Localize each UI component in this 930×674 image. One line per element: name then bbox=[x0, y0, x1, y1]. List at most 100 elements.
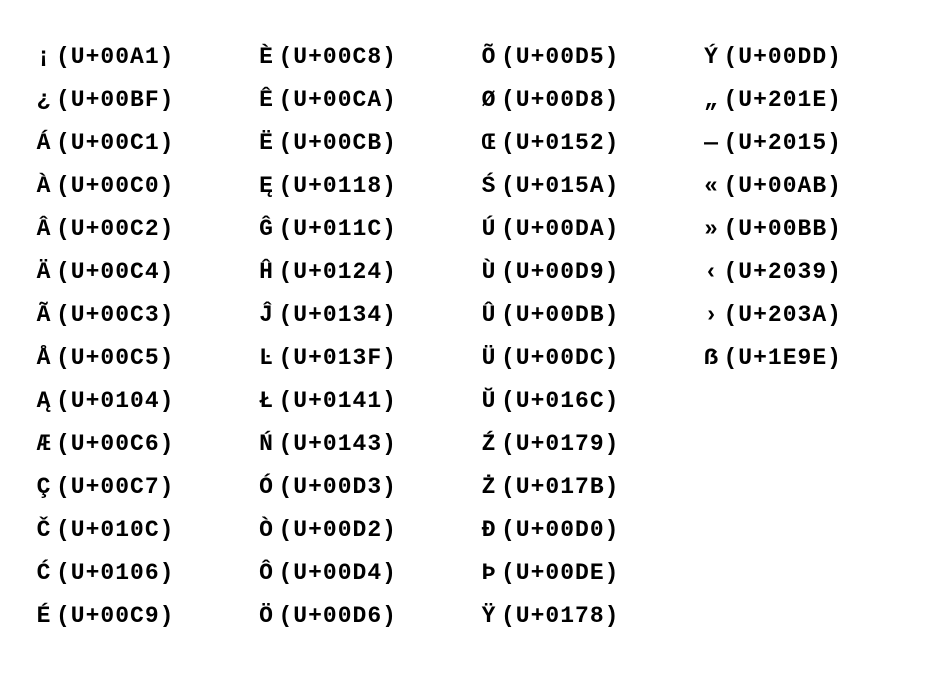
glyph-char: À bbox=[32, 165, 56, 208]
glyph-entry: È(U+00C8) bbox=[255, 36, 454, 79]
glyph-codepoint: (U+00D2) bbox=[279, 517, 397, 543]
glyph-entry: Û(U+00DB) bbox=[477, 294, 676, 337]
glyph-column-3: Õ(U+00D5)Ø(U+00D8)Œ(U+0152)Ś(U+015A)Ú(U+… bbox=[477, 36, 676, 638]
glyph-column-4: Ý(U+00DD)„(U+201E)―(U+2015)«(U+00AB)»(U+… bbox=[700, 36, 899, 638]
glyph-codepoint: (U+00A1) bbox=[56, 44, 174, 70]
glyph-entry: Œ(U+0152) bbox=[477, 122, 676, 165]
glyph-codepoint: (U+00DC) bbox=[501, 345, 619, 371]
glyph-char: É bbox=[32, 595, 56, 638]
glyph-char: Ŭ bbox=[477, 380, 501, 423]
glyph-char: Ó bbox=[255, 466, 279, 509]
glyph-entry: Ê(U+00CA) bbox=[255, 79, 454, 122]
glyph-entry: Ú(U+00DA) bbox=[477, 208, 676, 251]
glyph-codepoint: (U+00D9) bbox=[501, 259, 619, 285]
glyph-codepoint: (U+2039) bbox=[724, 259, 842, 285]
glyph-char: Č bbox=[32, 509, 56, 552]
glyph-entry: Ã(U+00C3) bbox=[32, 294, 231, 337]
glyph-entry: Ą(U+0104) bbox=[32, 380, 231, 423]
glyph-codepoint: (U+00C3) bbox=[56, 302, 174, 328]
glyph-entry: Á(U+00C1) bbox=[32, 122, 231, 165]
glyph-codepoint: (U+00C1) bbox=[56, 130, 174, 156]
glyph-char: ― bbox=[700, 122, 724, 165]
glyph-char: Ã bbox=[32, 294, 56, 337]
glyph-codepoint: (U+0124) bbox=[279, 259, 397, 285]
glyph-codepoint: (U+00D4) bbox=[279, 560, 397, 586]
glyph-entry: Þ(U+00DE) bbox=[477, 552, 676, 595]
glyph-codepoint: (U+1E9E) bbox=[724, 345, 842, 371]
glyph-char: ¡ bbox=[32, 36, 56, 79]
glyph-char: Ń bbox=[255, 423, 279, 466]
glyph-char: Ú bbox=[477, 208, 501, 251]
glyph-char: È bbox=[255, 36, 279, 79]
glyph-codepoint: (U+00D5) bbox=[501, 44, 619, 70]
glyph-entry: Ä(U+00C4) bbox=[32, 251, 231, 294]
glyph-codepoint: (U+013F) bbox=[279, 345, 397, 371]
glyph-codepoint: (U+00C8) bbox=[279, 44, 397, 70]
glyph-entry: É(U+00C9) bbox=[32, 595, 231, 638]
glyph-char: Ź bbox=[477, 423, 501, 466]
glyph-codepoint: (U+00D8) bbox=[501, 87, 619, 113]
glyph-entry: Ù(U+00D9) bbox=[477, 251, 676, 294]
glyph-codepoint: (U+0104) bbox=[56, 388, 174, 414]
glyph-codepoint: (U+00BB) bbox=[724, 216, 842, 242]
glyph-entry: Ĥ(U+0124) bbox=[255, 251, 454, 294]
glyph-column-2: È(U+00C8)Ê(U+00CA)Ë(U+00CB)Ę(U+0118)Ĝ(U+… bbox=[255, 36, 454, 638]
glyph-entry: Ô(U+00D4) bbox=[255, 552, 454, 595]
glyph-entry: Ń(U+0143) bbox=[255, 423, 454, 466]
glyph-codepoint: (U+0118) bbox=[279, 173, 397, 199]
glyph-entry: Ç(U+00C7) bbox=[32, 466, 231, 509]
glyph-codepoint: (U+016C) bbox=[501, 388, 619, 414]
glyph-char: › bbox=[700, 294, 724, 337]
glyph-codepoint: (U+00DE) bbox=[501, 560, 619, 586]
glyph-codepoint: (U+00C6) bbox=[56, 431, 174, 457]
glyph-entry: Â(U+00C2) bbox=[32, 208, 231, 251]
glyph-entry: Ĝ(U+011C) bbox=[255, 208, 454, 251]
glyph-char: Ę bbox=[255, 165, 279, 208]
glyph-entry: „(U+201E) bbox=[700, 79, 899, 122]
glyph-char: Ÿ bbox=[477, 595, 501, 638]
glyph-codepoint: (U+203A) bbox=[724, 302, 842, 328]
glyph-char: Û bbox=[477, 294, 501, 337]
glyph-entry: Ĵ(U+0134) bbox=[255, 294, 454, 337]
glyph-entry: ¿(U+00BF) bbox=[32, 79, 231, 122]
glyph-entry: Ŭ(U+016C) bbox=[477, 380, 676, 423]
glyph-char: Ą bbox=[32, 380, 56, 423]
glyph-entry: ¡(U+00A1) bbox=[32, 36, 231, 79]
glyph-entry: ‹(U+2039) bbox=[700, 251, 899, 294]
glyph-char: Á bbox=[32, 122, 56, 165]
glyph-char: Ø bbox=[477, 79, 501, 122]
glyph-codepoint: (U+00C0) bbox=[56, 173, 174, 199]
glyph-char: Æ bbox=[32, 423, 56, 466]
glyph-char: Ô bbox=[255, 552, 279, 595]
glyph-codepoint: (U+0152) bbox=[501, 130, 619, 156]
glyph-char: Ĝ bbox=[255, 208, 279, 251]
glyph-entry: Ź(U+0179) bbox=[477, 423, 676, 466]
glyph-char: Õ bbox=[477, 36, 501, 79]
glyph-entry: Æ(U+00C6) bbox=[32, 423, 231, 466]
glyph-codepoint: (U+2015) bbox=[724, 130, 842, 156]
glyph-char: Ù bbox=[477, 251, 501, 294]
glyph-codepoint: (U+00D3) bbox=[279, 474, 397, 500]
glyph-char: Ë bbox=[255, 122, 279, 165]
glyph-char: Â bbox=[32, 208, 56, 251]
glyph-codepoint: (U+011C) bbox=[279, 216, 397, 242]
glyph-codepoint: (U+0143) bbox=[279, 431, 397, 457]
glyph-column-1: ¡(U+00A1)¿(U+00BF)Á(U+00C1)À(U+00C0)Â(U+… bbox=[32, 36, 231, 638]
glyph-char: Ł bbox=[255, 380, 279, 423]
glyph-entry: Ó(U+00D3) bbox=[255, 466, 454, 509]
glyph-char: Å bbox=[32, 337, 56, 380]
glyph-entry: Ś(U+015A) bbox=[477, 165, 676, 208]
glyph-entry: Õ(U+00D5) bbox=[477, 36, 676, 79]
glyph-columns: ¡(U+00A1)¿(U+00BF)Á(U+00C1)À(U+00C0)Â(U+… bbox=[32, 36, 898, 638]
glyph-char: Þ bbox=[477, 552, 501, 595]
glyph-char: Ò bbox=[255, 509, 279, 552]
glyph-codepoint: (U+010C) bbox=[56, 517, 174, 543]
glyph-entry: »(U+00BB) bbox=[700, 208, 899, 251]
glyph-char: Ç bbox=[32, 466, 56, 509]
glyph-entry: Ð(U+00D0) bbox=[477, 509, 676, 552]
glyph-entry: Ł(U+0141) bbox=[255, 380, 454, 423]
glyph-char: Ĥ bbox=[255, 251, 279, 294]
glyph-entry: ›(U+203A) bbox=[700, 294, 899, 337]
glyph-char: Ü bbox=[477, 337, 501, 380]
glyph-codepoint: (U+201E) bbox=[724, 87, 842, 113]
